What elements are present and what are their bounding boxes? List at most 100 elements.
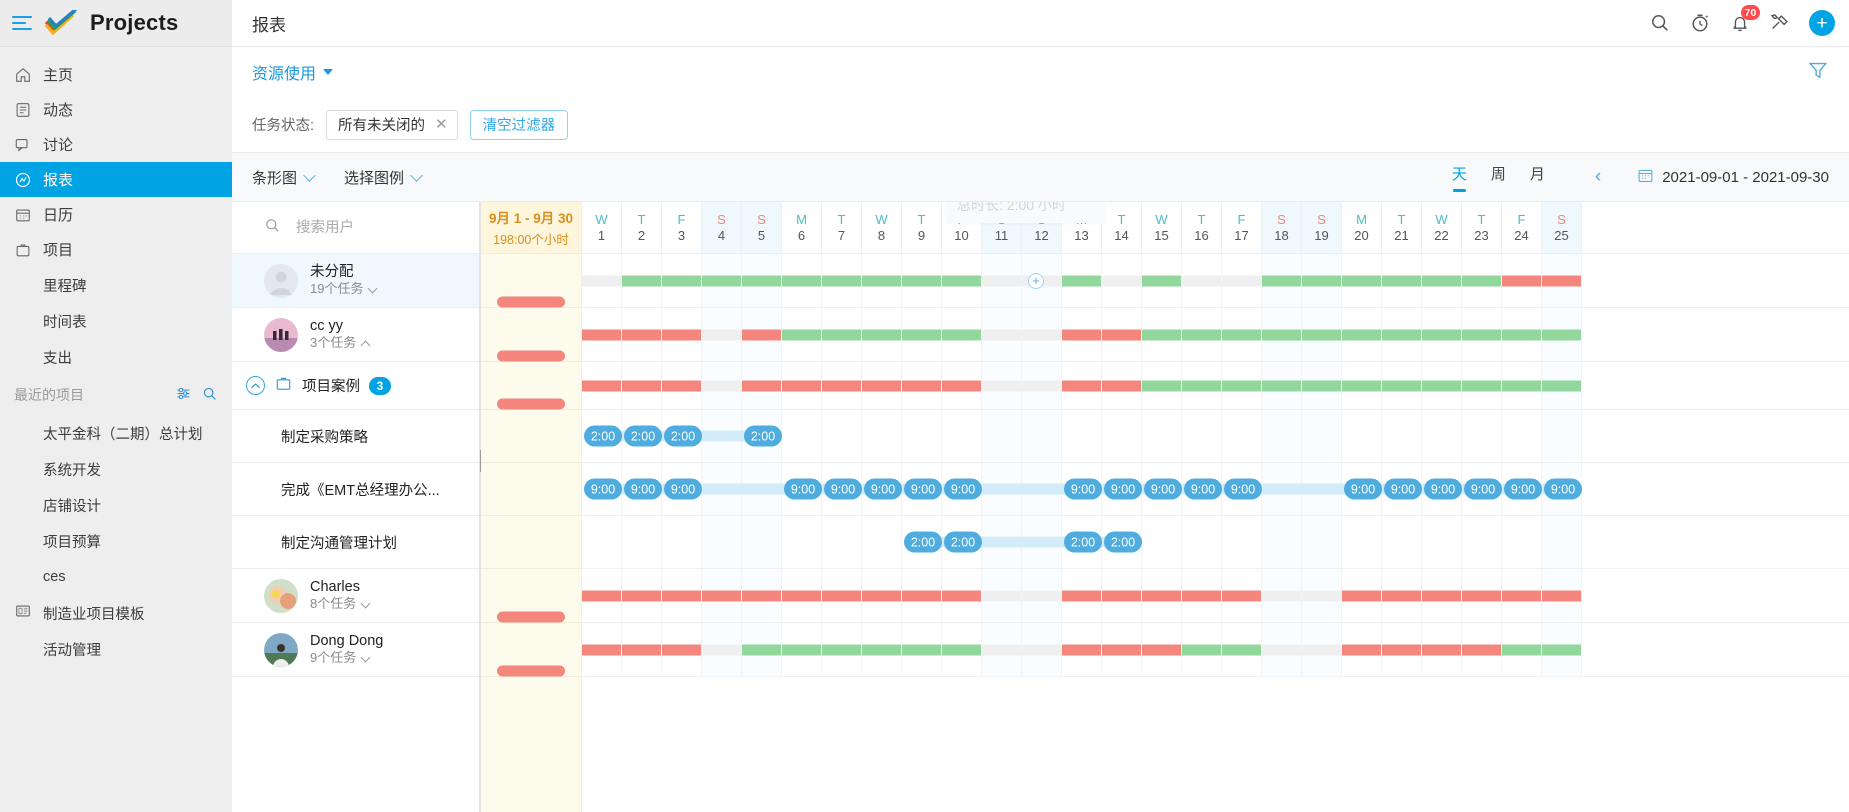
timeline-cell[interactable] <box>702 516 742 568</box>
hours-chip[interactable]: 2:00 <box>904 531 942 553</box>
allocation-bar[interactable] <box>1382 380 1421 391</box>
allocation-bar[interactable] <box>1182 644 1221 655</box>
allocation-bar[interactable] <box>1062 275 1101 286</box>
timeline-cell[interactable] <box>742 362 782 409</box>
timeline-cell[interactable] <box>1062 623 1102 676</box>
allocation-bar[interactable] <box>982 644 1021 655</box>
allocation-bar[interactable] <box>1542 329 1581 340</box>
timeline-cell[interactable] <box>822 308 862 361</box>
allocation-bar[interactable] <box>782 329 821 340</box>
search-icon[interactable] <box>201 385 218 405</box>
timeline-cell[interactable] <box>1502 362 1542 409</box>
timeline-cell[interactable] <box>782 569 822 622</box>
timeline-cell[interactable] <box>1182 623 1222 676</box>
timeline-cell[interactable] <box>742 623 782 676</box>
allocation-bar[interactable] <box>942 380 981 391</box>
allocation-bar[interactable] <box>822 329 861 340</box>
timeline-cell[interactable] <box>1102 308 1142 361</box>
allocation-bar[interactable] <box>1062 329 1101 340</box>
hours-chip[interactable]: 9:00 <box>1104 478 1142 500</box>
timeline-cell[interactable] <box>1502 623 1542 676</box>
hours-chip[interactable]: 9:00 <box>1064 478 1102 500</box>
user-row-charles[interactable]: Charles 8个任务 <box>232 569 479 623</box>
hours-chip[interactable]: 9:00 <box>1144 478 1182 500</box>
allocation-bar[interactable] <box>1462 590 1501 601</box>
allocation-bar[interactable] <box>1302 644 1341 655</box>
timeline-cell[interactable] <box>662 516 702 568</box>
timeline-cell[interactable] <box>1102 623 1142 676</box>
timeline-cell[interactable] <box>1142 254 1182 307</box>
hours-chip[interactable]: 9:00 <box>944 478 982 500</box>
allocation-bar[interactable] <box>1302 329 1341 340</box>
timeline-cell[interactable] <box>582 516 622 568</box>
timeline-cell[interactable] <box>862 516 902 568</box>
timeline-cell[interactable] <box>622 516 662 568</box>
timeline-cell[interactable] <box>782 516 822 568</box>
timeline-cell[interactable] <box>1542 569 1582 622</box>
allocation-bar[interactable] <box>582 329 621 340</box>
allocation-bar[interactable] <box>1342 275 1381 286</box>
hours-chip[interactable]: 2:00 <box>624 425 662 447</box>
timeline-cell[interactable] <box>942 308 982 361</box>
timeline-cell[interactable] <box>982 362 1022 409</box>
chevron-down-icon[interactable] <box>360 652 371 663</box>
allocation-bar[interactable] <box>1182 329 1221 340</box>
timeline-cell[interactable] <box>1502 254 1542 307</box>
allocation-bar[interactable] <box>1422 329 1461 340</box>
allocation-bar[interactable] <box>1222 644 1261 655</box>
hours-chip[interactable]: 9:00 <box>624 478 662 500</box>
allocation-bar[interactable] <box>1062 380 1101 391</box>
allocation-bar[interactable] <box>982 329 1021 340</box>
timeline-cell[interactable] <box>1262 516 1302 568</box>
hours-chip[interactable]: 2:00 <box>664 425 702 447</box>
timeline-cell[interactable] <box>1302 410 1342 462</box>
allocation-bar[interactable] <box>902 275 941 286</box>
timeline-cell[interactable] <box>1422 254 1462 307</box>
timeline-cell[interactable] <box>862 410 902 462</box>
timeline-cell[interactable] <box>1502 569 1542 622</box>
allocation-bar[interactable] <box>1382 644 1421 655</box>
timeline-cell[interactable] <box>1182 516 1222 568</box>
allocation-bar[interactable] <box>982 590 1021 601</box>
timeline-cell[interactable] <box>1102 254 1142 307</box>
timeline-cell[interactable] <box>1542 516 1582 568</box>
project-group-row[interactable]: 项目案例 3 <box>232 362 479 410</box>
chevron-down-icon[interactable] <box>368 283 378 294</box>
allocation-bar[interactable] <box>942 590 981 601</box>
allocation-bar[interactable] <box>1302 590 1341 601</box>
hours-chip[interactable]: 2:00 <box>1104 531 1142 553</box>
chart-type-dropdown[interactable]: 条形图 <box>252 167 316 188</box>
allocation-bar[interactable] <box>822 644 861 655</box>
allocation-bar[interactable] <box>742 329 781 340</box>
timeline-cell[interactable] <box>582 308 622 361</box>
hours-chip[interactable]: 2:00 <box>1064 531 1102 553</box>
allocation-bar[interactable] <box>1382 590 1421 601</box>
tab-week[interactable]: 周 <box>1491 163 1506 192</box>
add-allocation-icon[interactable]: + <box>1028 273 1044 289</box>
timeline-cell[interactable] <box>662 308 702 361</box>
hours-chip[interactable]: 9:00 <box>1504 478 1542 500</box>
allocation-bar[interactable] <box>1102 590 1141 601</box>
allocation-bar[interactable] <box>1182 275 1221 286</box>
allocation-bar[interactable] <box>1342 329 1381 340</box>
timeline-cell[interactable] <box>1182 569 1222 622</box>
hours-chip[interactable]: 9:00 <box>904 478 942 500</box>
allocation-bar[interactable] <box>582 644 621 655</box>
timeline-cell[interactable] <box>862 362 902 409</box>
task-row[interactable]: 制定沟通管理计划 <box>232 516 479 569</box>
timeline-cell[interactable] <box>902 623 942 676</box>
allocation-bar[interactable] <box>1222 329 1261 340</box>
timeline-cell[interactable] <box>1462 362 1502 409</box>
timeline-cell[interactable] <box>1342 254 1382 307</box>
timeline-cell[interactable] <box>622 362 662 409</box>
timeline-cell[interactable] <box>662 362 702 409</box>
allocation-bar[interactable] <box>1422 590 1461 601</box>
timeline-cell[interactable] <box>1502 308 1542 361</box>
timeline-cell[interactable] <box>1222 623 1262 676</box>
timeline-cell[interactable] <box>1022 569 1062 622</box>
allocation-bar[interactable] <box>942 275 981 286</box>
task-row[interactable]: 制定采购策略 <box>232 410 479 463</box>
add-button[interactable]: + <box>1809 10 1835 36</box>
allocation-bar[interactable] <box>742 590 781 601</box>
allocation-bar[interactable] <box>782 380 821 391</box>
